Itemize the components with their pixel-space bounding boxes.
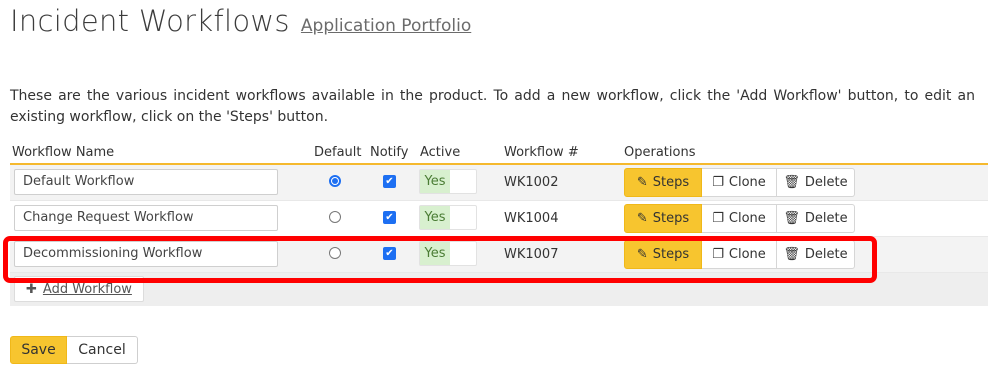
add-workflow-label: Add Workflow	[42, 281, 132, 297]
delete-button[interactable]: 🗑 Delete	[777, 240, 855, 269]
form-actions: Save Cancel	[10, 336, 138, 364]
page-header: Incident Workflows Application Portfolio	[10, 4, 471, 38]
workflow-name-input[interactable]: Default Workflow	[14, 169, 278, 195]
trash-icon: 🗑	[783, 175, 800, 190]
cancel-button[interactable]: Cancel	[67, 336, 138, 364]
delete-button[interactable]: 🗑 Delete	[777, 204, 855, 233]
page-title: Incident Workflows	[10, 4, 290, 38]
steps-button[interactable]: ✎ Steps	[624, 168, 702, 197]
column-header-operations: Operations	[624, 145, 696, 160]
table-row: Change Request Workflow ✔ Yes WK1004 ✎ St…	[10, 201, 988, 237]
table-header: Workflow Name Default Notify Active Work…	[10, 143, 988, 165]
check-icon: ✔	[385, 176, 394, 187]
intro-text: These are the various incident workflows…	[10, 88, 975, 125]
workflow-number: WK1007	[504, 247, 559, 262]
delete-label: Delete	[804, 211, 848, 226]
column-header-name: Workflow Name	[12, 145, 115, 160]
portfolio-link[interactable]: Application Portfolio	[301, 16, 471, 36]
workflow-name-input[interactable]: Change Request Workflow	[14, 205, 278, 231]
notify-checkbox[interactable]: ✔	[383, 211, 396, 224]
clone-icon: ❐	[712, 247, 724, 262]
save-button[interactable]: Save	[10, 336, 67, 364]
column-header-notify: Notify	[370, 145, 409, 160]
column-header-active: Active	[420, 145, 461, 160]
clone-label: Clone	[728, 211, 766, 226]
add-workflow-button[interactable]: ✚ Add Workflow	[14, 276, 144, 302]
default-radio[interactable]	[329, 175, 341, 187]
clone-label: Clone	[728, 175, 766, 190]
table-row: Decommissioning Workflow ✔ Yes WK1007 ✎ S…	[10, 237, 988, 273]
active-toggle-label: Yes	[420, 170, 450, 193]
trash-icon: 🗑	[783, 247, 800, 262]
table-row: Default Workflow ✔ Yes WK1002 ✎ Steps ❐ Cl…	[10, 165, 988, 201]
clone-button[interactable]: ❐ Clone	[702, 240, 777, 269]
workflow-table: Workflow Name Default Notify Active Work…	[10, 143, 988, 306]
clone-icon: ❐	[712, 211, 724, 226]
column-header-number: Workflow #	[504, 145, 579, 160]
workflow-name-input[interactable]: Decommissioning Workflow	[14, 241, 278, 267]
steps-label: Steps	[652, 211, 690, 226]
notify-checkbox[interactable]: ✔	[383, 247, 396, 260]
check-icon: ✔	[385, 248, 394, 259]
edit-icon: ✎	[636, 247, 648, 262]
workflow-number: WK1002	[504, 175, 559, 190]
active-toggle[interactable]: Yes	[419, 205, 477, 230]
delete-label: Delete	[804, 175, 848, 190]
edit-icon: ✎	[636, 211, 648, 226]
trash-icon: 🗑	[783, 211, 800, 226]
clone-label: Clone	[728, 247, 766, 262]
plus-icon: ✚	[26, 281, 37, 297]
active-toggle-label: Yes	[420, 206, 450, 229]
active-toggle-label: Yes	[420, 242, 450, 265]
steps-label: Steps	[652, 247, 690, 262]
steps-button[interactable]: ✎ Steps	[624, 204, 702, 233]
default-radio[interactable]	[329, 211, 341, 223]
delete-button[interactable]: 🗑 Delete	[777, 168, 855, 197]
clone-icon: ❐	[712, 175, 724, 190]
active-toggle[interactable]: Yes	[419, 241, 477, 266]
check-icon: ✔	[385, 212, 394, 223]
edit-icon: ✎	[636, 175, 648, 190]
steps-button[interactable]: ✎ Steps	[624, 240, 702, 269]
active-toggle[interactable]: Yes	[419, 169, 477, 194]
clone-button[interactable]: ❐ Clone	[702, 204, 777, 233]
default-radio[interactable]	[329, 247, 341, 259]
workflow-number: WK1004	[504, 211, 559, 226]
notify-checkbox[interactable]: ✔	[383, 175, 396, 188]
column-header-default: Default	[314, 145, 362, 160]
table-footer: ✚ Add Workflow	[10, 273, 988, 306]
delete-label: Delete	[804, 247, 848, 262]
clone-button[interactable]: ❐ Clone	[702, 168, 777, 197]
steps-label: Steps	[652, 175, 690, 190]
